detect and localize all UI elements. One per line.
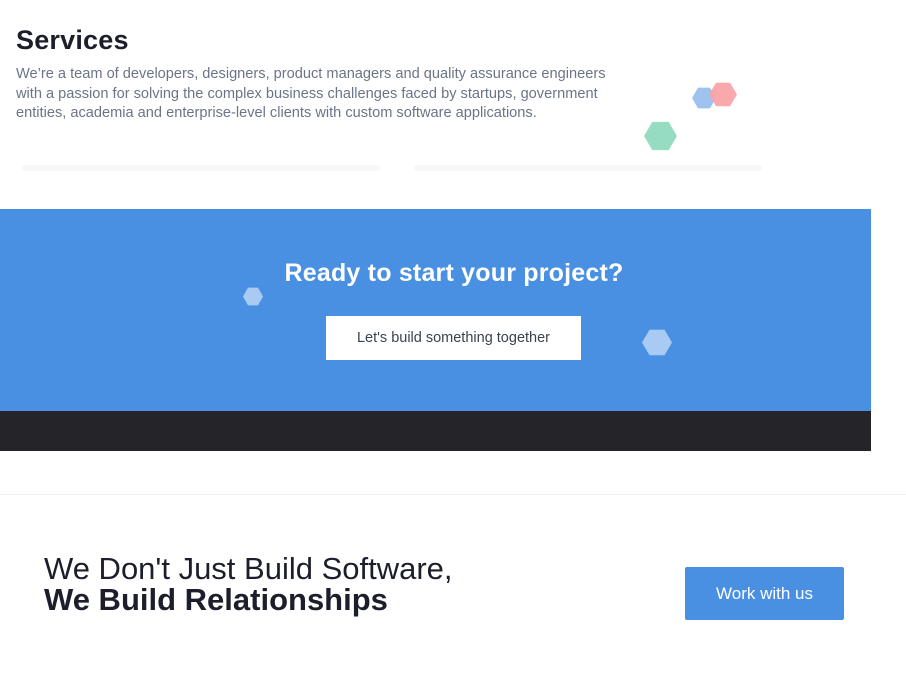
- services-section: Services We’re a team of developers, des…: [0, 0, 906, 209]
- light-hexagon-decoration: [243, 287, 263, 306]
- work-with-us-button[interactable]: Work with us: [685, 567, 844, 620]
- services-title: Services: [16, 25, 129, 55]
- cta-banner: Ready to start your project? Let's build…: [0, 209, 871, 411]
- cta-heading: Ready to start your project?: [284, 259, 624, 287]
- build-together-button[interactable]: Let's build something together: [326, 316, 581, 360]
- tagline-line-2: We Build Relationships: [44, 582, 388, 617]
- pink-hexagon-decoration: [709, 82, 737, 107]
- green-hexagon-decoration: [644, 121, 677, 151]
- faint-divider: [414, 165, 762, 171]
- section-divider: [0, 494, 906, 495]
- dark-footer-band: [0, 411, 871, 451]
- faint-divider: [22, 165, 380, 171]
- services-description: We’re a team of developers, designers, p…: [16, 66, 606, 121]
- light-hexagon-decoration: [642, 329, 672, 356]
